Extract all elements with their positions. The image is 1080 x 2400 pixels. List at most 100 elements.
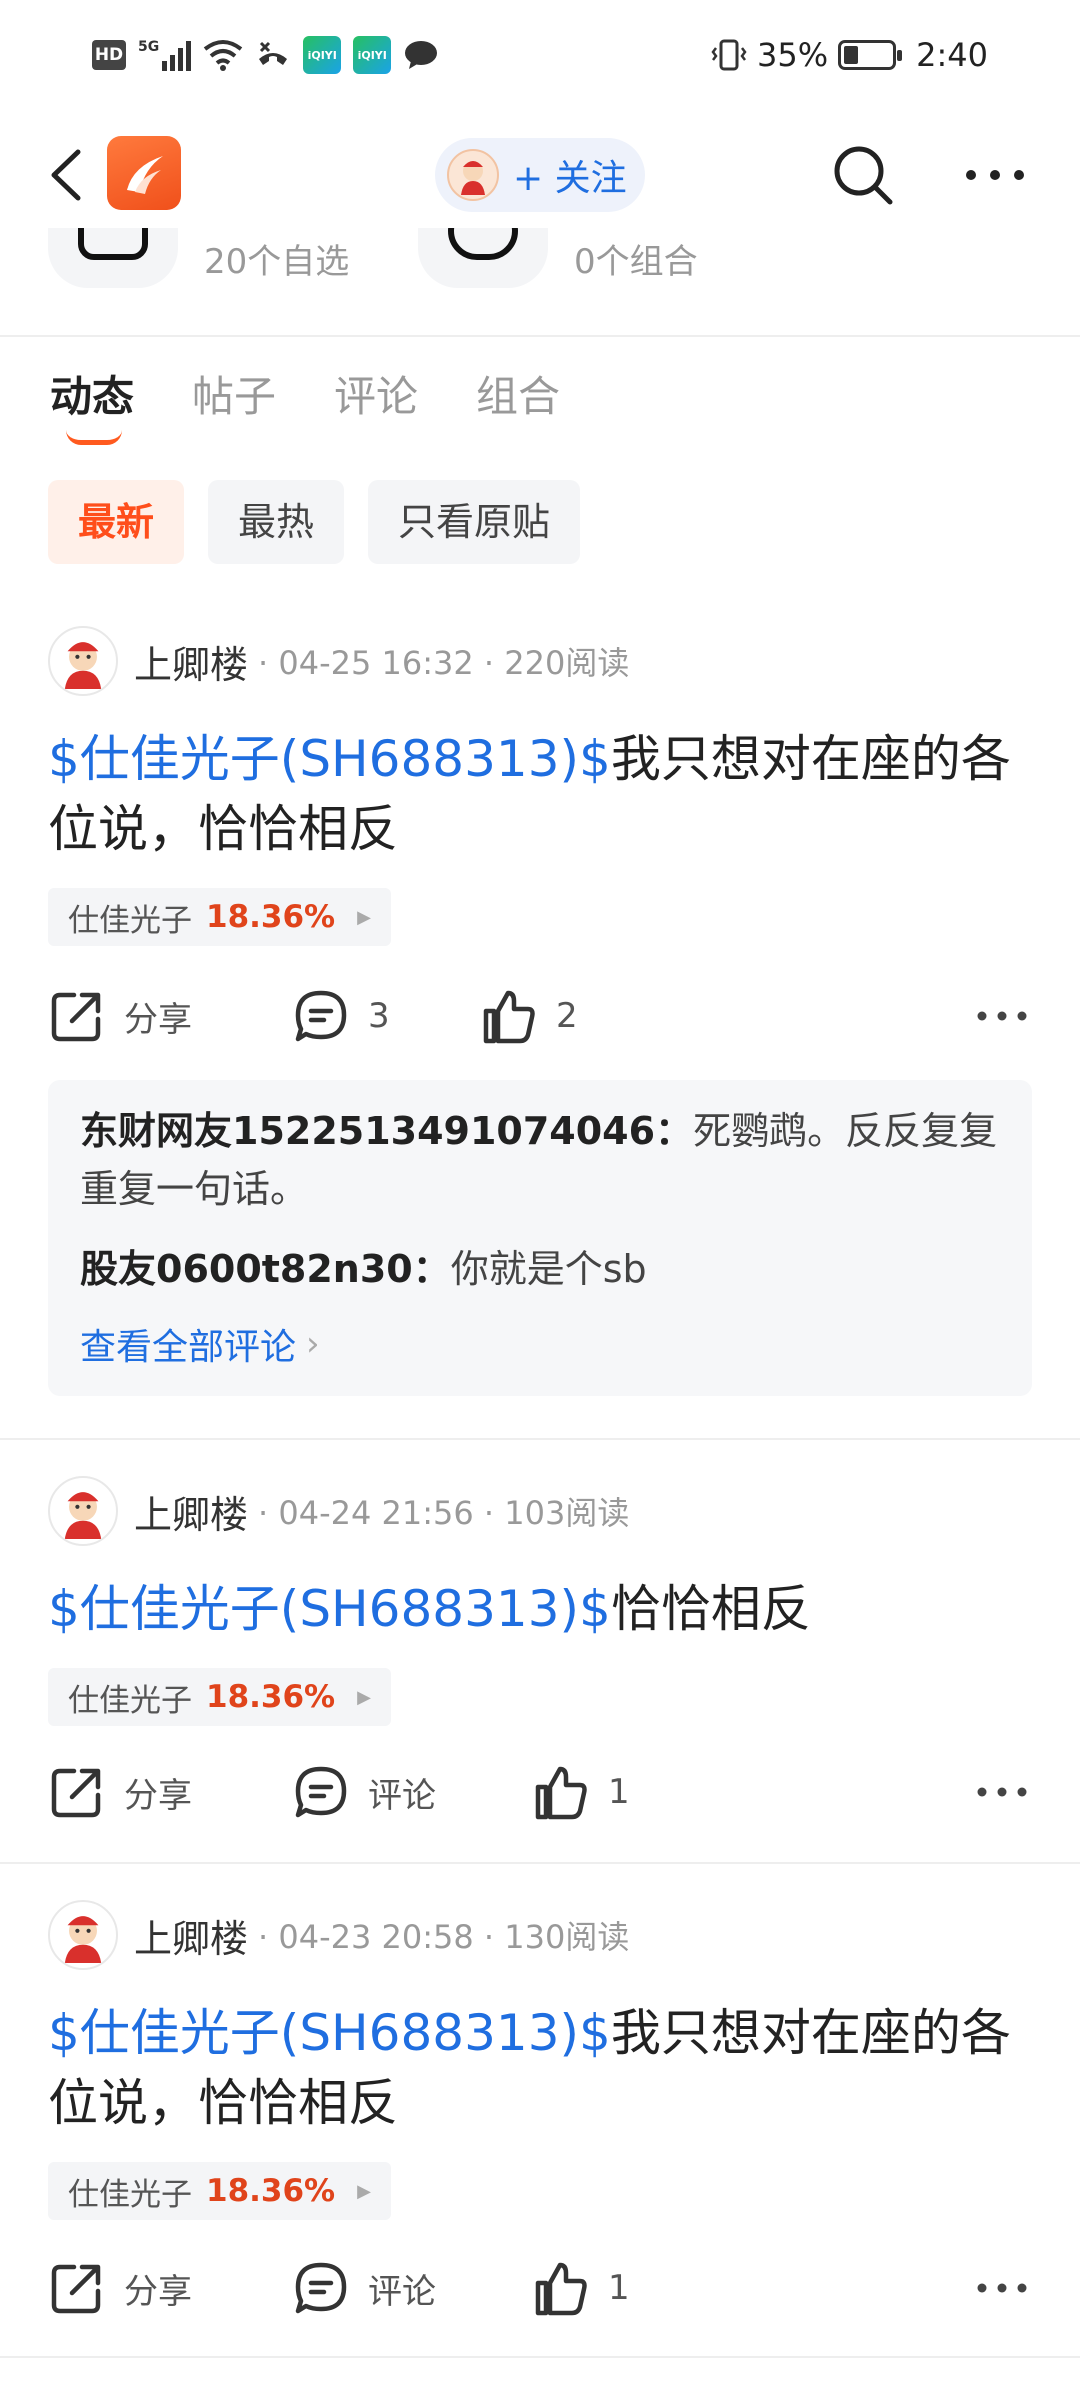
more-options-button[interactable] [960, 150, 1030, 200]
back-arrow-icon [51, 149, 81, 201]
comment-button[interactable]: 评论 [292, 2248, 436, 2328]
chevron-right-icon: › [306, 1324, 320, 1364]
iqiyi-app-icon: iQIYI [303, 36, 342, 74]
share-icon [51, 992, 101, 1042]
like-button[interactable]: 2 [480, 976, 578, 1056]
clock: 2:40 [916, 36, 988, 74]
comment-bubble-icon [295, 1766, 347, 1818]
like-button[interactable]: 1 [532, 2248, 630, 2328]
message-icon [405, 41, 438, 69]
thumbs-up-icon [535, 2262, 587, 2316]
like-button[interactable]: 1 [532, 1752, 630, 1832]
tab-portfolios[interactable]: 组合 [476, 362, 560, 442]
like-count: 2 [556, 996, 578, 1036]
like-count: 1 [608, 2268, 630, 2308]
author-name[interactable]: 上卿楼 [134, 634, 248, 689]
stock-change: 18.36% [206, 1679, 336, 1715]
follow-label: + 关注 [513, 158, 627, 199]
post-actions: 分享 评论 1 [48, 1752, 1038, 1832]
share-button[interactable]: 分享 [48, 1752, 192, 1832]
more-dots-icon[interactable] [972, 1772, 1032, 1812]
thumbs-up-icon [483, 990, 535, 1044]
signal-icon: 5G [138, 39, 192, 71]
share-button[interactable]: 分享 [48, 2248, 192, 2328]
back-button[interactable] [40, 140, 100, 210]
avatar[interactable] [48, 1900, 118, 1970]
portfolio-count[interactable]: 0个组合 [574, 234, 698, 283]
share-icon [51, 2264, 101, 2314]
user-avatar-small [447, 149, 499, 201]
comment-item[interactable]: 东财网友1522513491074046：死鹦鹉。反反复复重复一句话。 [80, 1102, 1002, 1218]
stock-chip[interactable]: 仕佳光子 18.36% ▶ [48, 1668, 391, 1726]
search-button[interactable] [830, 142, 896, 208]
search-icon [834, 146, 893, 205]
more-dots-icon[interactable] [972, 2268, 1032, 2308]
comment-user[interactable]: 东财网友1522513491074046： [80, 1109, 693, 1153]
post-meta: · 04-23 20:58 · 130阅读 [258, 1918, 630, 1956]
battery-icon [838, 40, 903, 70]
avatar[interactable] [48, 1476, 118, 1546]
post-content[interactable]: $仕佳光子(SH688313)$我只想对在座的各位说，恰恰相反 [48, 1998, 1038, 2138]
filter-hottest[interactable]: 最热 [208, 480, 345, 564]
follow-button[interactable]: + 关注 [435, 138, 645, 212]
author-name[interactable]: 上卿楼 [134, 1484, 248, 1539]
post-actions: 分享 评论 1 [48, 2248, 1038, 2328]
tab-activity[interactable]: 动态 [50, 362, 134, 445]
divider [0, 1862, 1080, 1864]
share-label: 分享 [124, 1775, 192, 1816]
post-meta: · 04-25 16:32 · 220阅读 [258, 644, 630, 682]
wifi-icon [204, 40, 243, 71]
author-name[interactable]: 上卿楼 [134, 1908, 248, 1963]
watchlist-count[interactable]: 20个自选 [204, 234, 349, 283]
more-dots-icon[interactable] [972, 996, 1032, 1036]
see-all-comments-link[interactable]: 查看全部评论 › [80, 1318, 1002, 1370]
status-icons-right: 35% 2:40 [711, 30, 988, 80]
avatar[interactable] [48, 626, 118, 696]
comments-preview: 东财网友1522513491074046：死鹦鹉。反反复复重复一句话。 股友06… [48, 1080, 1032, 1396]
comment-button[interactable]: 评论 [292, 1752, 436, 1832]
stock-chip[interactable]: 仕佳光子 18.36% ▶ [48, 888, 391, 946]
stock-tag-link[interactable]: $仕佳光子(SH688313)$ [48, 2004, 611, 2062]
comment-label: 评论 [368, 2271, 436, 2312]
post-content[interactable]: $仕佳光子(SH688313)$我只想对在座的各位说，恰恰相反 [48, 724, 1038, 864]
battery-percent: 35% [757, 36, 829, 74]
top-app-bar: + 关注 [0, 120, 1080, 230]
stock-chip[interactable]: 仕佳光子 18.36% ▶ [48, 2162, 391, 2220]
stock-name: 仕佳光子 [68, 902, 192, 939]
share-button[interactable]: 分享 [48, 976, 192, 1056]
portfolio-icon[interactable] [418, 228, 548, 288]
post-header: 上卿楼 · 04-24 21:56 · 103阅读 [48, 1476, 629, 1546]
hd-badge: HD [92, 40, 126, 70]
comment-bubble-icon [295, 2262, 347, 2314]
stock-change: 18.36% [206, 2173, 336, 2209]
comment-button[interactable]: 3 [292, 976, 390, 1056]
app-logo[interactable] [107, 136, 181, 210]
divider [0, 1438, 1080, 1440]
stock-name: 仕佳光子 [68, 1682, 192, 1719]
post-content[interactable]: $仕佳光子(SH688313)$恰恰相反 [48, 1574, 1038, 1644]
filter-chips: 最新 最热 只看原贴 [48, 480, 581, 564]
stock-tag-link[interactable]: $仕佳光子(SH688313)$ [48, 1580, 611, 1638]
watchlist-icon[interactable] [48, 228, 178, 288]
comment-text: 你就是个sb [450, 1247, 647, 1291]
filter-latest[interactable]: 最新 [48, 480, 185, 564]
stock-change: 18.36% [206, 899, 336, 935]
post-header: 上卿楼 · 04-25 16:32 · 220阅读 [48, 626, 629, 696]
stock-name: 仕佳光子 [68, 2176, 192, 2213]
share-icon [51, 1768, 101, 1818]
divider [0, 335, 1080, 337]
divider [0, 2356, 1080, 2358]
comment-user[interactable]: 股友0600t82n30： [80, 1247, 451, 1291]
post-header: 上卿楼 · 04-23 20:58 · 130阅读 [48, 1900, 629, 1970]
comment-count: 3 [368, 996, 390, 1036]
comment-item[interactable]: 股友0600t82n30：你就是个sb [80, 1240, 1002, 1298]
stock-tag-link[interactable]: $仕佳光子(SH688313)$ [48, 730, 611, 788]
share-label: 分享 [124, 999, 192, 1040]
status-bar: HD 5G iQIYI iQIYI 35% 2:40 [0, 0, 1080, 110]
post-text: 恰恰相反 [610, 1580, 811, 1638]
tab-posts[interactable]: 帖子 [192, 362, 276, 442]
avatar-figure-icon [64, 642, 102, 689]
like-count: 1 [608, 1772, 630, 1812]
tab-comments[interactable]: 评论 [334, 362, 418, 442]
filter-original-only[interactable]: 只看原贴 [368, 480, 581, 564]
